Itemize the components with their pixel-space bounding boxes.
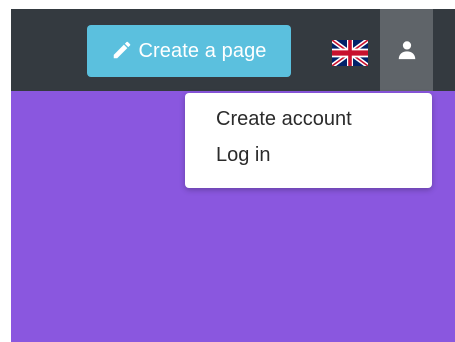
pencil-icon <box>114 41 131 58</box>
top-navbar: Create a page <box>11 9 455 91</box>
create-account-menu-item[interactable]: Create account <box>185 107 432 143</box>
app-frame: Create a page Create account Log in <box>11 9 455 342</box>
create-page-label: Create a page <box>138 39 267 62</box>
log-in-menu-item[interactable]: Log in <box>185 143 432 179</box>
user-menu-button[interactable] <box>380 9 433 91</box>
user-dropdown-menu: Create account Log in <box>185 93 432 188</box>
create-page-button[interactable]: Create a page <box>87 25 291 77</box>
user-icon <box>398 41 415 60</box>
uk-flag-icon[interactable] <box>332 40 368 66</box>
